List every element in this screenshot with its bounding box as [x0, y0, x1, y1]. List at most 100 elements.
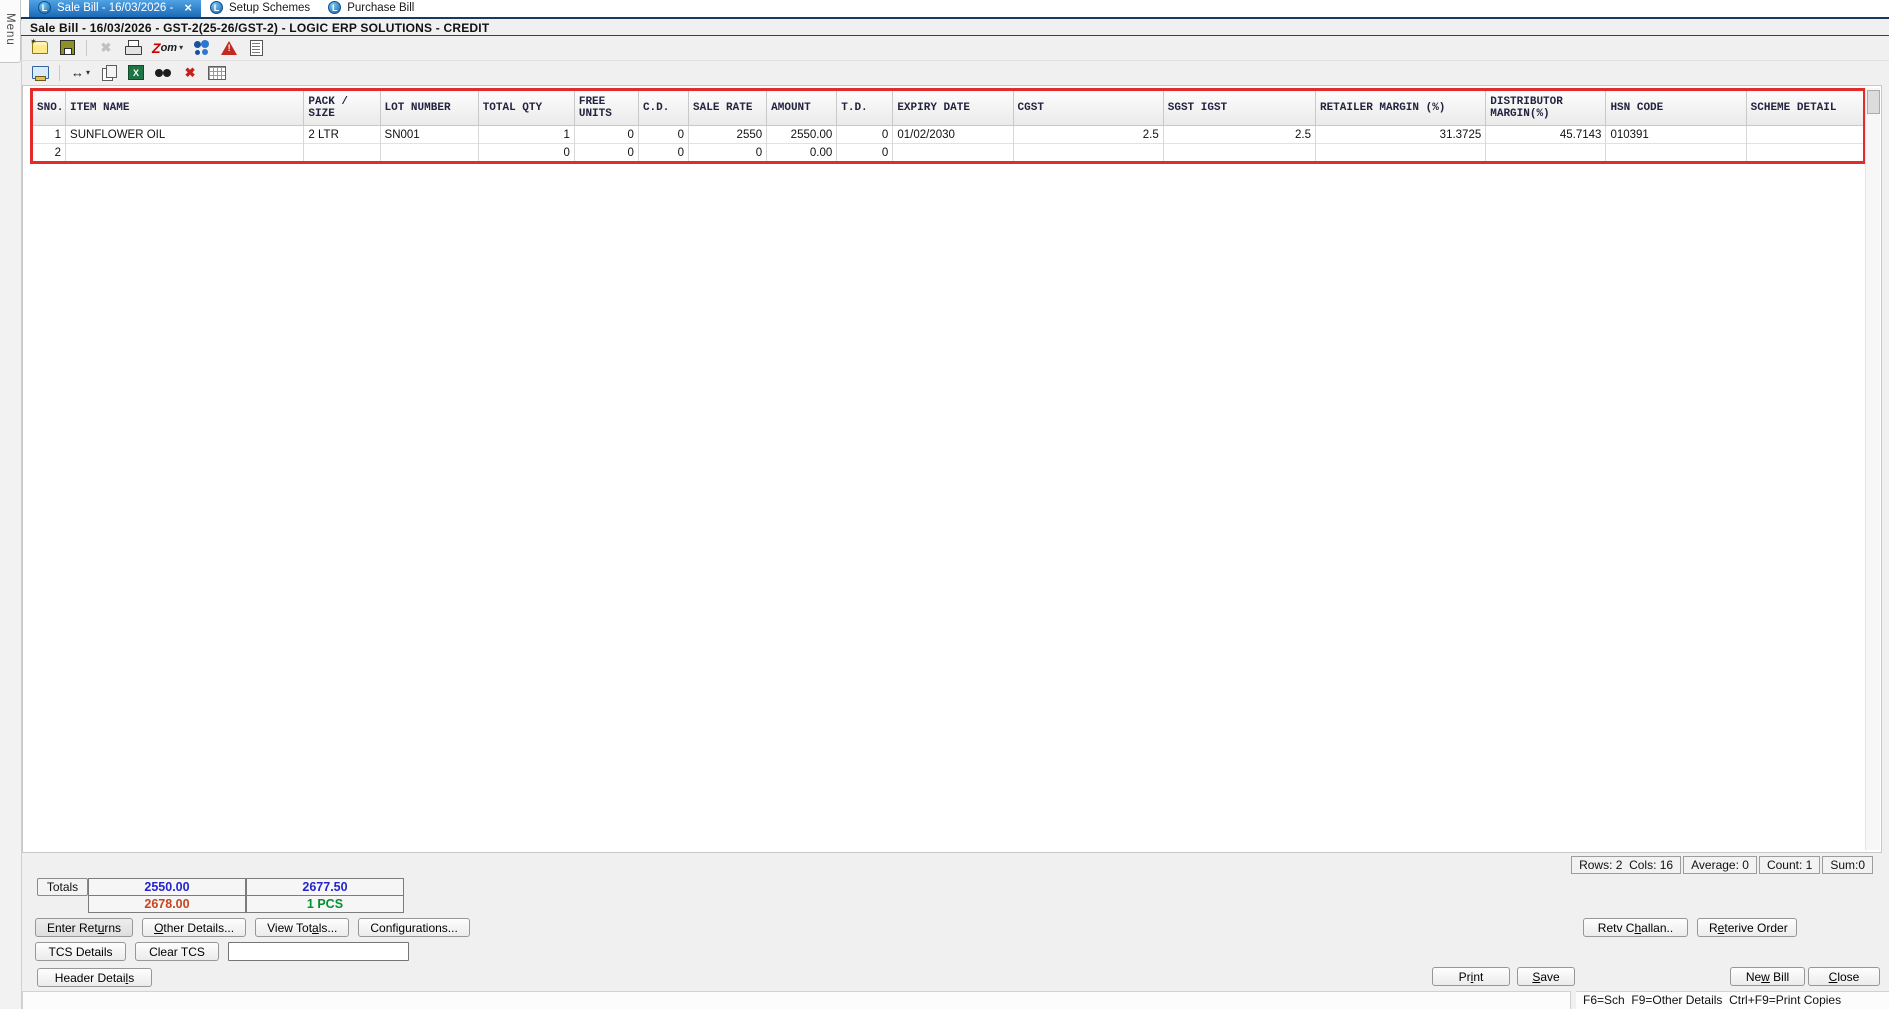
column-header-cgst[interactable]: CGST [1013, 90, 1163, 126]
column-header-expiry-date[interactable]: EXPIRY DATE [893, 90, 1013, 126]
save-icon[interactable] [57, 38, 77, 58]
grid-cell[interactable]: 0 [574, 126, 638, 144]
grid-cell[interactable] [304, 144, 380, 163]
retv-challan-button[interactable]: Retv Challan.. [1583, 918, 1688, 937]
grid-icon[interactable] [207, 63, 227, 83]
grid-cell[interactable]: 0 [478, 144, 574, 163]
reterive-order-button[interactable]: Reterive Order [1697, 918, 1797, 937]
tcs-details-button[interactable]: TCS Details [35, 942, 126, 961]
status-rows-cols: Rows: 2 Cols: 16 [1571, 856, 1681, 874]
grid-cell[interactable]: 2.5 [1013, 126, 1163, 144]
column-header-retailer-margin[interactable]: RETAILER MARGIN (%) [1315, 90, 1485, 126]
vertical-scrollbar[interactable] [1865, 88, 1880, 850]
grid-cell[interactable]: SUNFLOWER OIL [66, 126, 304, 144]
column-header-scheme-detail[interactable]: SCHEME DETAIL [1746, 90, 1864, 126]
grid-container: SNO.ITEM NAMEPACK / SIZELOT NUMBERTOTAL … [22, 85, 1882, 853]
remove-icon[interactable] [180, 63, 200, 83]
checklist-icon[interactable] [246, 38, 266, 58]
grid-cell[interactable] [1486, 144, 1606, 163]
totals-gross-amount: 2550.00 [88, 878, 246, 896]
left-button-row-1: Enter Returns Other Details... View Tota… [35, 918, 470, 937]
active-edit-cell[interactable] [66, 144, 304, 163]
column-header-sale-rate[interactable]: SALE RATE [689, 90, 767, 126]
grid-cell[interactable]: 31.3725 [1315, 126, 1485, 144]
column-header-item-name[interactable]: ITEM NAME [66, 90, 304, 126]
tab-sale-bill-16-03-2026-gs[interactable]: LSale Bill - 16/03/2026 - GS...× [29, 0, 201, 17]
right-button-row: Retv Challan.. Reterive Order [1583, 918, 1797, 937]
alert-icon[interactable] [219, 38, 239, 58]
column-header-distributor-margin[interactable]: DISTRIBUTOR MARGIN(%) [1486, 90, 1606, 126]
grid-cell[interactable]: 01/02/2030 [893, 126, 1013, 144]
view-totals-button[interactable]: View Totals... [255, 918, 349, 937]
grid-cell[interactable] [893, 144, 1013, 163]
scrollbar-thumb[interactable] [1867, 90, 1880, 114]
row-number-cell[interactable]: 2 [32, 144, 66, 163]
grid-cell[interactable]: 2550 [689, 126, 767, 144]
grid-cell[interactable]: 2550.00 [767, 126, 837, 144]
items-grid: SNO.ITEM NAMEPACK / SIZELOT NUMBERTOTAL … [30, 88, 1866, 164]
grid-cell[interactable]: 0 [837, 126, 893, 144]
grid-cell[interactable]: 2.5 [1163, 126, 1315, 144]
column-header-sno[interactable]: SNO. [32, 90, 66, 126]
grid-cell[interactable]: 0 [638, 144, 688, 163]
toolbar-separator [59, 65, 60, 81]
print-icon[interactable] [123, 38, 143, 58]
column-header-pack-size[interactable]: PACK / SIZE [304, 90, 380, 126]
grid-cell[interactable]: 0.00 [767, 144, 837, 163]
configurations-button[interactable]: Configurations... [358, 918, 469, 937]
menu-flyout-tab[interactable]: Menu [0, 0, 21, 63]
grid-cell[interactable] [1746, 144, 1864, 163]
print-button[interactable]: Print [1432, 967, 1510, 986]
grid-status-bar: Rows: 2 Cols: 16 Average: 0 Count: 1 Sum… [1571, 856, 1873, 874]
totals-quantity: 1 PCS [246, 895, 404, 913]
column-header-sgst-igst[interactable]: SGST IGST [1163, 90, 1315, 126]
menu-strip: Menu [0, 0, 22, 1009]
column-width-icon[interactable]: ↔▾ [69, 63, 92, 83]
row-number-cell[interactable]: 1 [32, 126, 66, 144]
other-details-button[interactable]: Other Details... [142, 918, 246, 937]
grid-cell[interactable] [1606, 144, 1746, 163]
column-header-total-qty[interactable]: TOTAL QTY [478, 90, 574, 126]
display-icon[interactable] [30, 63, 50, 83]
toolbar-grid: ↔▾ [21, 60, 1889, 84]
column-header-lot-number[interactable]: LOT NUMBER [380, 90, 478, 126]
tab-setup-schemes[interactable]: LSetup Schemes [201, 0, 319, 17]
grid-cell[interactable]: 0 [574, 144, 638, 163]
tcs-value-input[interactable] [228, 942, 409, 961]
column-header-c-d[interactable]: C.D. [638, 90, 688, 126]
grid-cell[interactable] [380, 144, 478, 163]
grid-cell[interactable]: 010391 [1606, 126, 1746, 144]
tab-purchase-bill[interactable]: LPurchase Bill [319, 0, 423, 17]
column-header-amount[interactable]: AMOUNT [767, 90, 837, 126]
grid-cell[interactable] [1163, 144, 1315, 163]
grid-cell[interactable]: 0 [638, 126, 688, 144]
tab-close-icon[interactable]: × [184, 1, 192, 14]
app-logo-icon: L [210, 1, 223, 14]
new-bill-button[interactable]: New Bill [1730, 967, 1805, 986]
delete-icon [96, 38, 116, 58]
grid-cell[interactable]: 1 [478, 126, 574, 144]
clear-tcs-button[interactable]: Clear TCS [135, 942, 219, 961]
new-bill-icon[interactable] [30, 38, 50, 58]
save-button[interactable]: Save [1517, 967, 1575, 986]
grid-cell[interactable]: 0 [689, 144, 767, 163]
header-details-button[interactable]: Header Details [37, 968, 152, 987]
users-icon[interactable] [192, 38, 212, 58]
close-button[interactable]: Close [1808, 967, 1880, 986]
column-header-t-d[interactable]: T.D. [837, 90, 893, 126]
zoom-icon[interactable]: Zom▾ [150, 38, 185, 58]
grid-cell[interactable]: 2 LTR [304, 126, 380, 144]
column-header-free-units[interactable]: FREE UNITS [574, 90, 638, 126]
grid-cell[interactable]: 0 [837, 144, 893, 163]
column-header-hsn-code[interactable]: HSN CODE [1606, 90, 1746, 126]
grid-row-1: 1SUNFLOWER OIL2 LTRSN00110025502550.0000… [32, 126, 1865, 144]
excel-icon[interactable] [126, 63, 146, 83]
copy-icon[interactable] [99, 63, 119, 83]
grid-cell[interactable]: SN001 [380, 126, 478, 144]
grid-cell[interactable] [1013, 144, 1163, 163]
grid-cell[interactable] [1746, 126, 1864, 144]
grid-cell[interactable]: 45.7143 [1486, 126, 1606, 144]
enter-returns-button[interactable]: Enter Returns [35, 918, 133, 937]
grid-cell[interactable] [1315, 144, 1485, 163]
find-icon[interactable] [153, 63, 173, 83]
